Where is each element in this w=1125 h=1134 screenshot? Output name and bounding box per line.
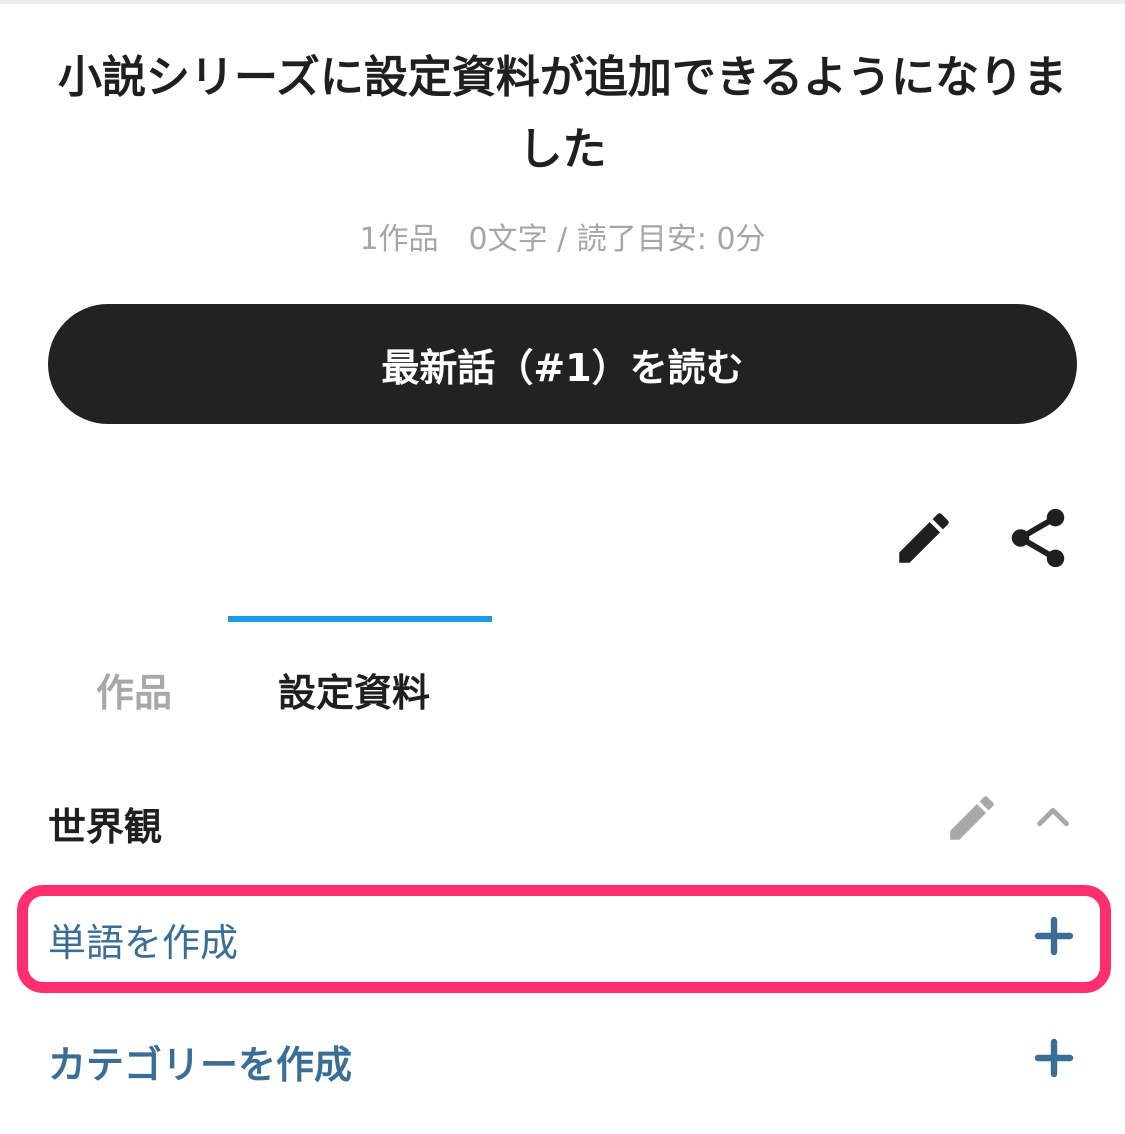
- tab-works[interactable]: 作品: [96, 662, 172, 717]
- pencil-icon: [950, 796, 994, 840]
- tab-settings-materials[interactable]: 設定資料: [278, 662, 430, 717]
- pencil-icon: [899, 513, 949, 563]
- highlight-frame: [17, 885, 1111, 993]
- series-meta: 1作品 0文字 / 読了目安: 0分: [359, 222, 766, 257]
- tab-bar: 作品 設定資料: [0, 614, 1125, 734]
- edit-series-button[interactable]: [888, 502, 960, 574]
- collapse-section-button[interactable]: [1017, 782, 1089, 854]
- top-divider: [0, 0, 1125, 4]
- edit-section-button[interactable]: [936, 782, 1008, 854]
- create-category-label: カテゴリーを作成: [48, 1043, 353, 1087]
- active-tab-indicator: [228, 616, 492, 622]
- chevron-up-icon: [1037, 807, 1069, 827]
- read-latest-button[interactable]: 最新話（#1）を読む: [48, 304, 1077, 424]
- share-button[interactable]: [1002, 502, 1074, 574]
- series-title: 小説シリーズに設定資料が追加できるようになりました: [58, 52, 1067, 175]
- create-category-row[interactable]: カテゴリーを作成: [48, 1034, 1078, 1089]
- plus-icon: [1034, 1038, 1074, 1078]
- section-title-worldview: 世界観: [48, 805, 163, 849]
- share-icon: [1011, 508, 1065, 568]
